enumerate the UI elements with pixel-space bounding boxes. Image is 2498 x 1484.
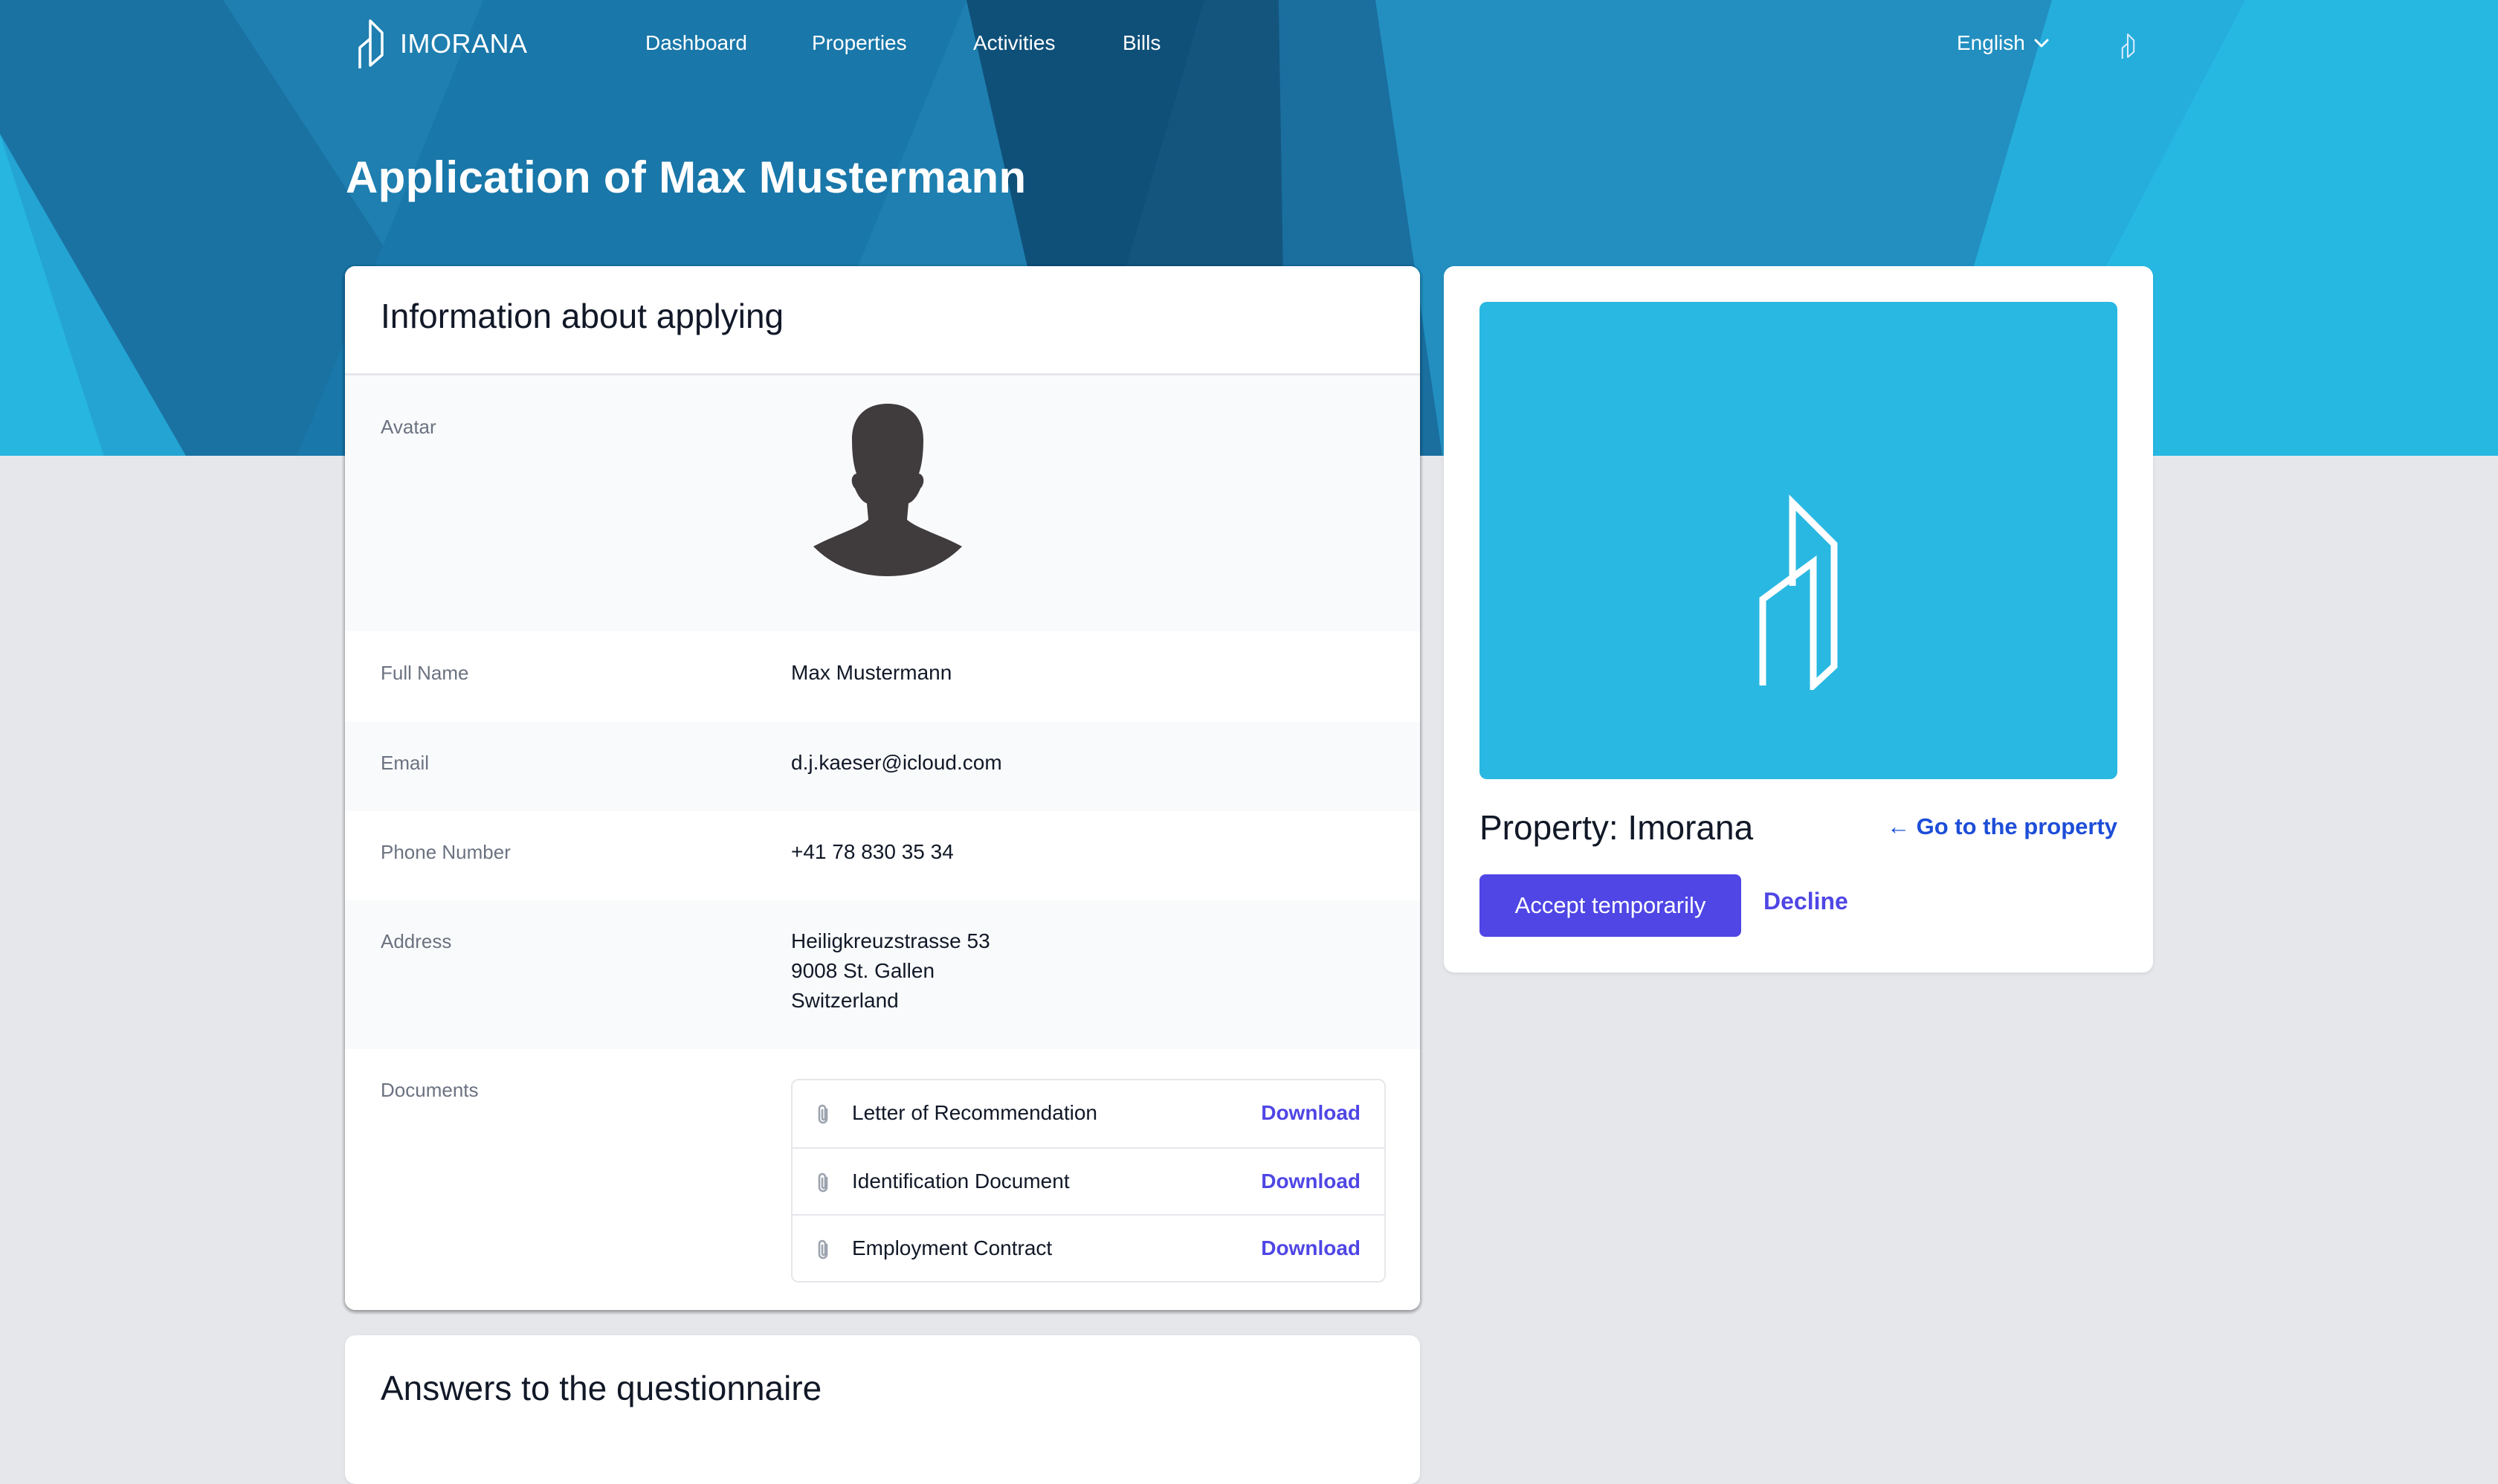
address-label: Address <box>381 930 452 952</box>
go-to-property-link[interactable]: ← Go to the property <box>1887 813 2117 840</box>
panel-header: Information about applying <box>345 266 1420 375</box>
phone-value: +41 78 830 35 34 <box>791 840 954 863</box>
download-link[interactable]: Download <box>1261 1236 1361 1260</box>
document-item: Letter of Recommendation Download <box>793 1080 1384 1146</box>
top-navigation: IMORANA Dashboard Properties Activities … <box>0 0 2498 92</box>
address-value: Heiligkreuzstrasse 53 9008 St. Gallen Sw… <box>791 926 990 1016</box>
address-row: Address Heiligkreuzstrasse 53 9008 St. G… <box>345 900 1420 1049</box>
property-title: Property: Imorana <box>1479 808 1754 847</box>
full-name-label: Full Name <box>381 662 469 684</box>
applicant-info-panel: Information about applying Avatar Full N… <box>345 266 1420 1310</box>
avatar-row: Avatar <box>345 375 1420 631</box>
document-item: Employment Contract Download <box>793 1214 1384 1281</box>
language-selector[interactable]: English <box>1957 31 2050 55</box>
documents-list: Letter of Recommendation Download Identi… <box>791 1079 1386 1283</box>
documents-row: Documents Letter of Recommendation Downl… <box>345 1049 1420 1310</box>
nav-activities[interactable]: Activities <box>973 31 1055 55</box>
full-name-value: Max Mustermann <box>791 661 952 684</box>
download-link[interactable]: Download <box>1261 1170 1361 1193</box>
document-item: Identification Document Download <box>793 1147 1384 1214</box>
document-name: Letter of Recommendation <box>852 1101 1097 1124</box>
paperclip-icon <box>818 1239 828 1259</box>
email-row: Email d.j.kaeser@icloud.com <box>345 722 1420 811</box>
building-logo-icon <box>358 19 384 68</box>
nav-dashboard[interactable]: Dashboard <box>645 31 747 55</box>
decline-button[interactable]: Decline <box>1763 888 1848 915</box>
nav-properties[interactable]: Properties <box>812 31 907 55</box>
address-line-city: 9008 St. Gallen <box>791 959 935 982</box>
address-line-street: Heiligkreuzstrasse 53 <box>791 929 990 952</box>
paperclip-icon <box>818 1104 828 1124</box>
brand-name: IMORANA <box>400 28 528 59</box>
document-name: Identification Document <box>852 1170 1070 1193</box>
avatar-label: Avatar <box>381 416 436 438</box>
property-card: Property: Imorana ← Go to the property A… <box>1444 266 2153 972</box>
language-label: English <box>1957 31 2025 54</box>
download-link[interactable]: Download <box>1261 1101 1361 1125</box>
questionnaire-title: Answers to the questionnaire <box>381 1369 822 1407</box>
accept-temporarily-button[interactable]: Accept temporarily <box>1479 874 1741 937</box>
avatar-silhouette-icon <box>813 404 962 576</box>
page-title: Application of Max Mustermann <box>346 152 1027 202</box>
property-image <box>1479 302 2117 779</box>
phone-row: Phone Number +41 78 830 35 34 <box>345 811 1420 900</box>
questionnaire-card: Answers to the questionnaire <box>345 1335 1420 1484</box>
panel-title: Information about applying <box>381 297 784 335</box>
document-name: Employment Contract <box>852 1236 1053 1259</box>
email-label: Email <box>381 752 430 774</box>
address-line-country: Switzerland <box>791 989 899 1012</box>
paperclip-icon <box>818 1172 828 1193</box>
brand-logo[interactable]: IMORANA <box>357 16 528 71</box>
email-value: d.j.kaeser@icloud.com <box>791 751 1002 774</box>
full-name-row: Full Name Max Mustermann <box>345 631 1420 722</box>
user-menu-icon[interactable] <box>2120 33 2137 59</box>
nav-bills[interactable]: Bills <box>1123 31 1161 55</box>
documents-label: Documents <box>381 1079 479 1101</box>
chevron-down-icon <box>2034 39 2049 48</box>
building-logo-icon <box>1759 494 1838 690</box>
phone-label: Phone Number <box>381 841 511 863</box>
